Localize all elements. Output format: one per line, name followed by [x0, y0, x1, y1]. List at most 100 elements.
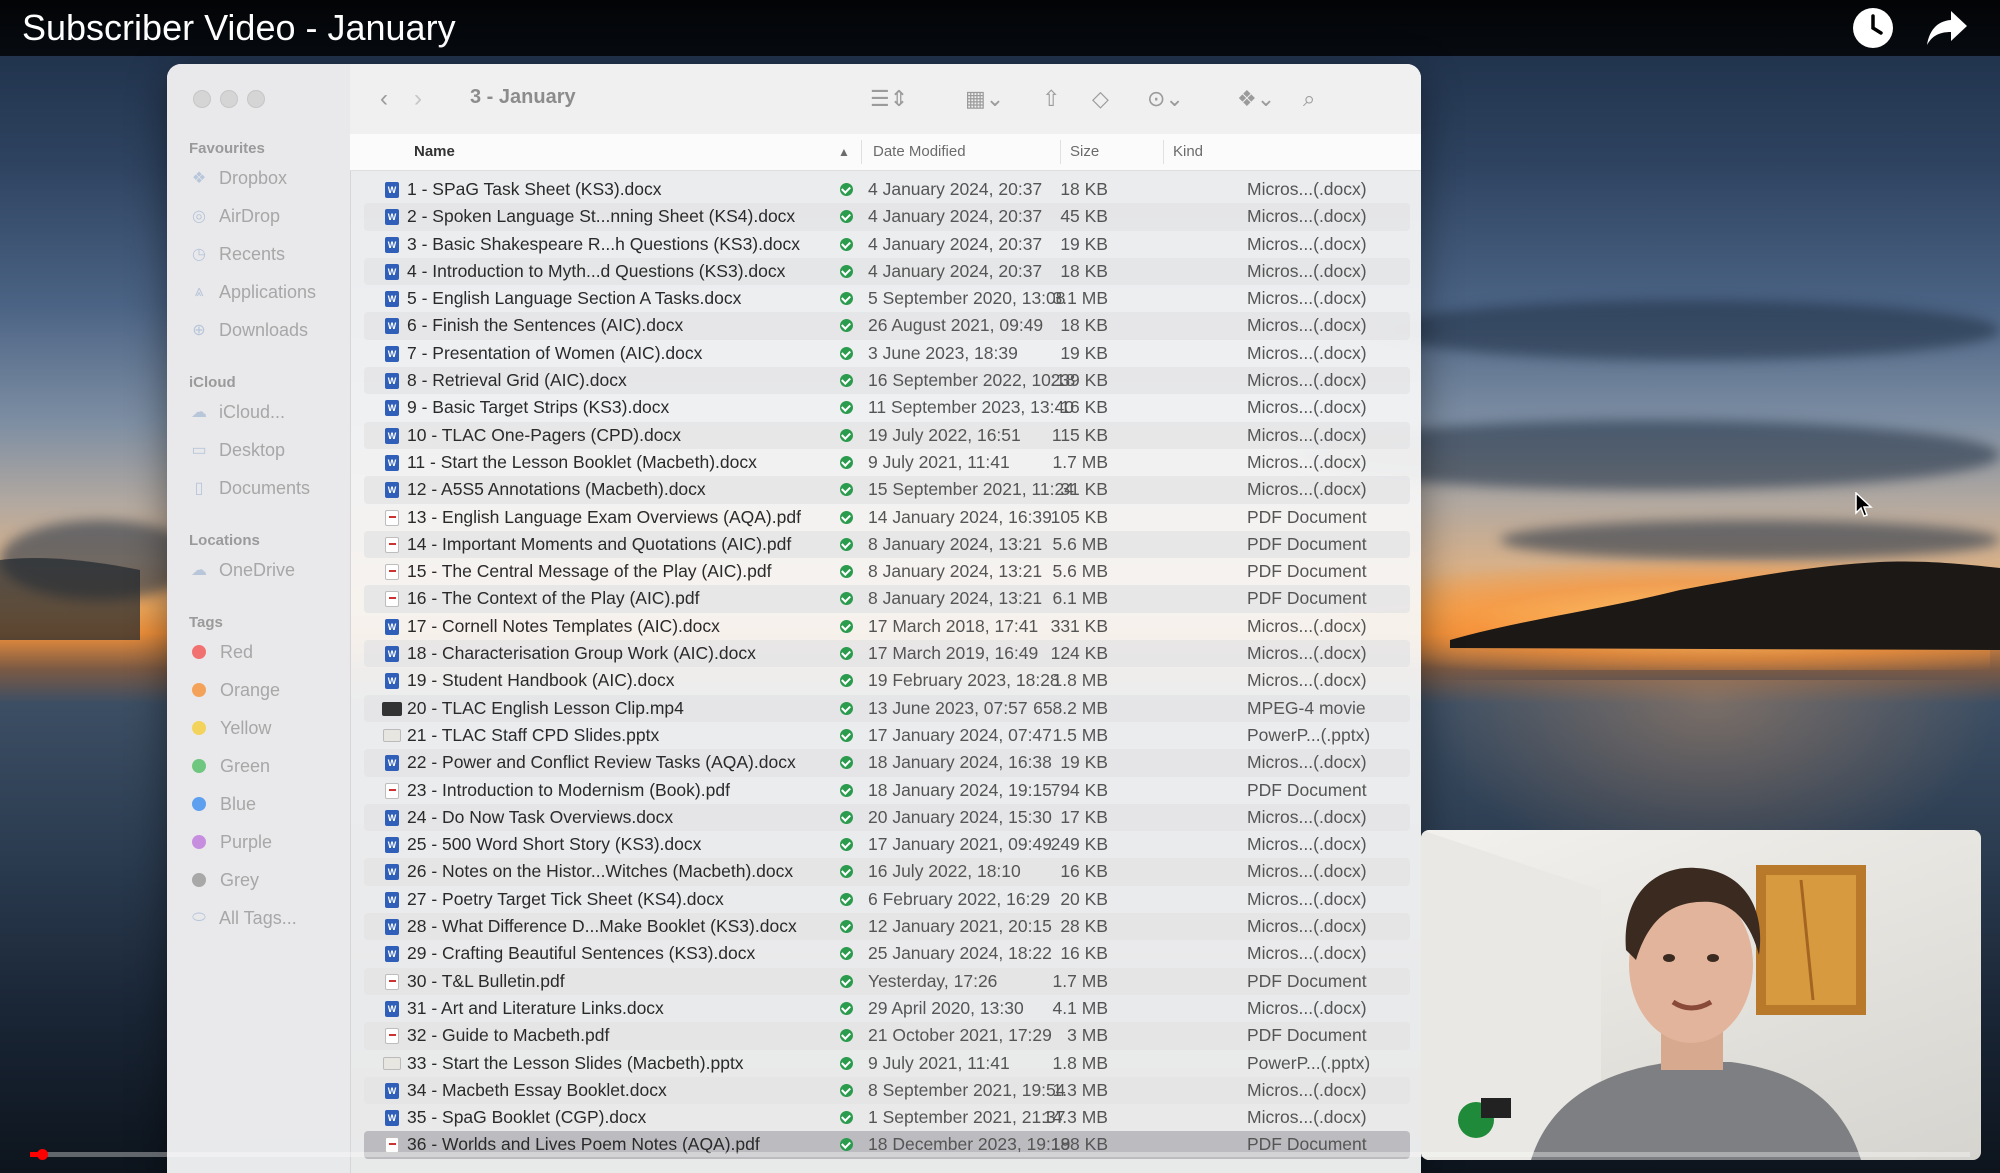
- share-arrow-icon[interactable]: [1925, 8, 1969, 48]
- back-arrow-icon[interactable]: ‹: [380, 86, 388, 112]
- column-header-date-modified[interactable]: Date Modified: [873, 143, 966, 160]
- file-row[interactable]: W 31 - Art and Literature Links.docx 29 Ap…: [364, 995, 1410, 1022]
- share-icon[interactable]: ⇧: [1042, 86, 1060, 112]
- sidebar-tag-orange[interactable]: Orange: [189, 676, 280, 704]
- file-row[interactable]: W 17 - Cornell Notes Templates (AIC).docx…: [364, 613, 1410, 640]
- file-row[interactable]: W 7 - Presentation of Women (AIC).docx 3 J…: [364, 340, 1410, 367]
- file-row[interactable]: W 3 - Basic Shakespeare R...h Questions (…: [364, 231, 1410, 258]
- sidebar-item-downloads[interactable]: ⊕ Downloads: [189, 316, 308, 344]
- word-document-icon: W: [385, 236, 399, 253]
- sidebar-tag-purple[interactable]: Purple: [189, 828, 272, 856]
- word-document-icon: W: [385, 182, 399, 198]
- file-row[interactable]: 30 - T&L Bulletin.pdf Yesterday, 17:26 1.7…: [364, 967, 1410, 995]
- file-row[interactable]: W 4 - Introduction to Myth...d Questions …: [364, 257, 1410, 286]
- file-name: 13 - English Language Exam Overviews (AQ…: [407, 506, 801, 527]
- file-name: 14 - Important Moments and Quotations (A…: [407, 533, 792, 554]
- file-row[interactable]: 21 - TLAC Staff CPD Slides.pptx 17 Januar…: [364, 722, 1410, 749]
- file-row[interactable]: W 10 - TLAC One-Pagers (CPD).docx 19 July …: [364, 421, 1410, 449]
- column-header-name[interactable]: Name: [414, 143, 455, 160]
- more-actions-icon[interactable]: ⊙⌄: [1147, 86, 1184, 112]
- file-row[interactable]: W 18 - Characterisation Group Work (AIC).…: [364, 640, 1410, 668]
- file-row[interactable]: 16 - The Context of the Play (AIC).pdf 8 …: [364, 585, 1410, 613]
- forward-arrow-icon[interactable]: ›: [414, 86, 422, 112]
- sidebar-tag-grey[interactable]: Grey: [189, 866, 259, 894]
- file-row[interactable]: W 2 - Spoken Language St...nning Sheet (K…: [364, 203, 1410, 231]
- sidebar-item-onedrive[interactable]: ☁ OneDrive: [189, 556, 295, 584]
- minimize-window-button[interactable]: [220, 90, 238, 108]
- synced-status-icon: [840, 1111, 853, 1125]
- file-row[interactable]: W 22 - Power and Conflict Review Tasks (A…: [364, 749, 1410, 777]
- file-kind: PDF Document: [1247, 970, 1367, 991]
- column-header-kind[interactable]: Kind: [1173, 143, 1203, 160]
- file-date-modified: 9 July 2021, 11:41: [868, 1052, 1010, 1073]
- tag-icon[interactable]: ◇: [1092, 86, 1109, 112]
- sidebar-item-airdrop[interactable]: ◎ AirDrop: [189, 202, 280, 230]
- file-row[interactable]: W 29 - Crafting Beautiful Sentences (KS3)…: [364, 940, 1410, 967]
- file-row[interactable]: W 28 - What Difference D...Make Booklet (…: [364, 913, 1410, 941]
- sidebar-item-applications[interactable]: ⩓ Applications: [189, 278, 316, 306]
- file-row[interactable]: W 19 - Student Handbook (AIC).docx 19 Febr…: [364, 667, 1410, 694]
- word-document-icon: W: [385, 263, 399, 280]
- sidebar-tag-blue[interactable]: Blue: [189, 790, 256, 818]
- sidebar-tag-yellow[interactable]: Yellow: [189, 714, 271, 742]
- file-row[interactable]: W 6 - Finish the Sentences (AIC).docx 26 A…: [364, 312, 1410, 340]
- sort-ascending-icon: ▲: [838, 145, 850, 159]
- sidebar-item-label: Yellow: [220, 717, 272, 738]
- search-icon[interactable]: ⌕: [1303, 86, 1315, 112]
- cloud-icon: ☁: [191, 562, 207, 579]
- sidebar-item-icloud[interactable]: ☁ iCloud...: [189, 398, 285, 426]
- column-header-row: Name ▲ Date Modified Size Kind: [350, 134, 1421, 171]
- dropbox-menu-icon[interactable]: ❖⌄: [1237, 86, 1275, 112]
- sidebar-tag-green[interactable]: Green: [189, 752, 270, 780]
- file-row[interactable]: W 35 - SpaG Booklet (CGP).docx 1 September…: [364, 1104, 1410, 1131]
- sidebar-all-tags[interactable]: ⬭ All Tags...: [189, 904, 297, 932]
- video-progress-bar[interactable]: [30, 1149, 1970, 1160]
- file-size: 105 KB: [1050, 506, 1108, 527]
- zoom-window-button[interactable]: [247, 90, 265, 108]
- file-row[interactable]: W 27 - Poetry Target Tick Sheet (KS4).doc…: [364, 886, 1410, 913]
- file-size: 124 KB: [1050, 643, 1108, 664]
- file-kind: Micros...(.docx): [1247, 424, 1367, 445]
- file-row[interactable]: 15 - The Central Message of the Play (AI…: [364, 558, 1410, 585]
- file-row[interactable]: W 1 - SPaG Task Sheet (KS3).docx 4 January…: [364, 176, 1410, 203]
- file-row[interactable]: W 25 - 500 Word Short Story (KS3).docx 17 …: [364, 831, 1410, 858]
- file-row[interactable]: 20 - TLAC English Lesson Clip.mp4 13 June…: [364, 694, 1410, 722]
- file-size: 3.1 MB: [1052, 288, 1108, 309]
- file-row[interactable]: W 8 - Retrieval Grid (AIC).docx 16 Septemb…: [364, 367, 1410, 395]
- file-date-modified: 29 April 2020, 13:30: [868, 997, 1024, 1018]
- file-row[interactable]: W 12 - A5S5 Annotations (Macbeth).docx 15 …: [364, 476, 1410, 504]
- file-row[interactable]: 23 - Introduction to Modernism (Book).pd…: [364, 777, 1410, 804]
- file-date-modified: 17 March 2018, 17:41: [868, 615, 1039, 636]
- file-kind: PowerP...(.pptx): [1247, 724, 1371, 745]
- file-date-modified: 26 August 2021, 09:49: [868, 315, 1044, 336]
- sidebar-tag-red[interactable]: Red: [189, 638, 253, 666]
- synced-status-icon: [840, 483, 853, 497]
- group-by-icon[interactable]: ▦⌄: [965, 86, 1004, 112]
- sidebar-item-documents[interactable]: ▯ Documents: [189, 474, 310, 502]
- file-row[interactable]: W 9 - Basic Target Strips (KS3).docx 11 Se…: [364, 394, 1410, 421]
- file-row[interactable]: 14 - Important Moments and Quotations (A…: [364, 530, 1410, 559]
- file-row[interactable]: W 26 - Notes on the Histor...Witches (Mac…: [364, 858, 1410, 886]
- file-name: 4 - Introduction to Myth...d Questions (…: [407, 260, 786, 281]
- clock-icon[interactable]: [1852, 7, 1894, 49]
- file-row[interactable]: W 11 - Start the Lesson Booklet (Macbeth)…: [364, 449, 1410, 476]
- file-row[interactable]: 33 - Start the Lesson Slides (Macbeth).p…: [364, 1050, 1410, 1077]
- file-kind: PDF Document: [1247, 1025, 1367, 1046]
- close-window-button[interactable]: [193, 90, 211, 108]
- sidebar-item-recents[interactable]: ◷ Recents: [189, 240, 285, 268]
- list-view-icon[interactable]: ☰⇕: [870, 86, 908, 112]
- file-date-modified: 21 October 2021, 17:29: [868, 1025, 1052, 1046]
- video-scrubber-handle[interactable]: [36, 1149, 48, 1160]
- file-kind: Micros...(.docx): [1247, 752, 1367, 773]
- file-date-modified: 13 June 2023, 07:57: [868, 697, 1028, 718]
- synced-status-icon: [840, 510, 853, 524]
- file-row[interactable]: W 34 - Macbeth Essay Booklet.docx 8 Septem…: [364, 1076, 1410, 1105]
- sidebar-item-dropbox[interactable]: ❖ Dropbox: [189, 164, 287, 192]
- file-row[interactable]: W 24 - Do Now Task Overviews.docx 20 Janua…: [364, 803, 1410, 832]
- synced-status-icon: [840, 865, 853, 879]
- sidebar-item-desktop[interactable]: ▭ Desktop: [189, 436, 285, 464]
- file-row[interactable]: 32 - Guide to Macbeth.pdf 21 October 2021…: [364, 1022, 1410, 1050]
- column-header-size[interactable]: Size: [1070, 143, 1099, 160]
- file-row[interactable]: W 5 - English Language Section A Tasks.do…: [364, 285, 1410, 312]
- file-row[interactable]: 13 - English Language Exam Overviews (AQ…: [364, 504, 1410, 531]
